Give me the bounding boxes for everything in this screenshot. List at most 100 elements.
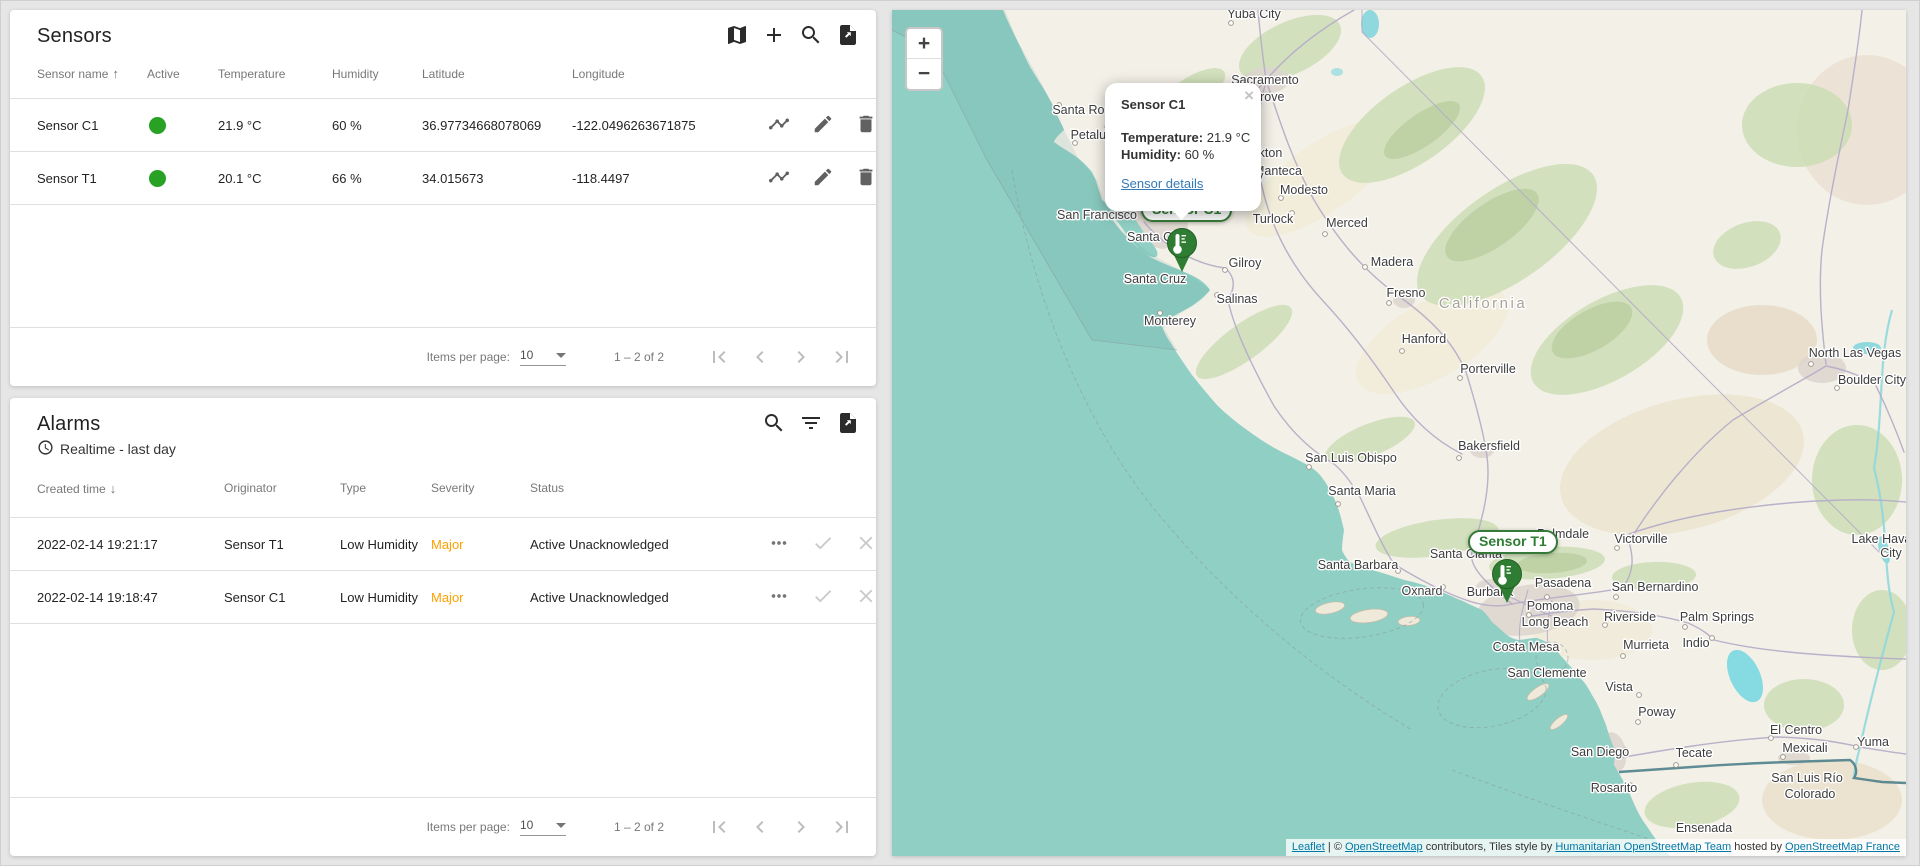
export-button[interactable]: [836, 412, 860, 436]
alarms-header: Alarms: [10, 398, 876, 437]
column-humidity[interactable]: Humidity: [332, 49, 422, 99]
timeseries-button[interactable]: [768, 166, 790, 191]
timewindow-control[interactable]: Realtime - last day: [10, 437, 876, 459]
chevron-right-icon: [789, 357, 813, 372]
marker-tooltip-sensor-t1[interactable]: Sensor T1: [1468, 530, 1558, 554]
city-label: San Bernardino: [1612, 580, 1699, 594]
sensor-details-link[interactable]: Sensor details: [1121, 176, 1203, 191]
column-status[interactable]: Status: [530, 459, 750, 518]
filter-button[interactable]: [799, 412, 823, 436]
active-status-dot: [149, 117, 166, 134]
city-label: Mexicali: [1782, 741, 1827, 755]
pencil-icon: [812, 123, 834, 138]
items-per-page-label: Items per page:: [427, 350, 510, 364]
column-active[interactable]: Active: [147, 49, 218, 99]
timewindow-label: Realtime - last day: [60, 441, 176, 457]
map-widget[interactable]: Yuba CitySacramentoElk GroveSanta RosaPe…: [892, 10, 1906, 856]
map-toggle-button[interactable]: [725, 24, 749, 48]
cell-severity: Major: [431, 571, 530, 624]
edit-button[interactable]: [812, 113, 834, 138]
delete-button[interactable]: [855, 113, 876, 138]
column-originator[interactable]: Originator: [224, 459, 340, 518]
cell-originator: Sensor C1: [224, 571, 340, 624]
city-dot: [1363, 265, 1368, 270]
timeseries-chart-icon: [768, 176, 790, 191]
column-latitude[interactable]: Latitude: [422, 49, 572, 99]
search-button[interactable]: [762, 412, 786, 436]
city-label: Yuba City: [1227, 10, 1281, 21]
previous-page-button: [748, 815, 772, 839]
clear-alarm-button: [855, 585, 876, 610]
add-entity-button[interactable]: [762, 24, 786, 48]
city-label: Poway: [1638, 705, 1676, 719]
map-popup: × Sensor C1 Temperature: 21.9 °C Humidit…: [1105, 83, 1261, 211]
page-size-select[interactable]: 10: [520, 818, 566, 836]
timeseries-chart-icon: [768, 123, 790, 138]
table-row[interactable]: Sensor C1 21.9 °C 60 % 36.97734668078069…: [10, 99, 876, 152]
popup-title: Sensor C1: [1121, 97, 1245, 112]
city-dot: [1674, 763, 1679, 768]
paginator-nav: [690, 815, 854, 839]
more-actions-button[interactable]: [768, 532, 790, 557]
export-button[interactable]: [836, 24, 860, 48]
column-longitude[interactable]: Longitude: [572, 49, 750, 99]
acknowledge-button: [812, 532, 834, 557]
alarms-paginator: Items per page: 10 1 – 2 of 2: [10, 797, 876, 856]
row-actions: [750, 152, 876, 205]
city-dot: [1615, 546, 1620, 551]
search-button[interactable]: [799, 24, 823, 48]
timeseries-button[interactable]: [768, 113, 790, 138]
hot-link[interactable]: Humanitarian OpenStreetMap Team: [1555, 841, 1731, 853]
zoom-in-button[interactable]: +: [907, 29, 941, 59]
clock-icon: [37, 439, 54, 459]
page-size-select[interactable]: 10: [520, 348, 566, 366]
city-label: Victorville: [1614, 532, 1667, 546]
trash-icon: [855, 123, 876, 138]
city-dot: [1323, 232, 1328, 237]
sort-desc-icon: ↓: [110, 481, 117, 496]
city-dot: [1229, 21, 1234, 26]
zoom-out-button[interactable]: −: [907, 59, 941, 89]
column-created-time[interactable]: Created time↓: [10, 459, 224, 518]
osm-link[interactable]: OpenStreetMap: [1345, 841, 1423, 853]
export-file-icon: [836, 23, 860, 50]
sensors-widget: Sensors Sensor name↑ Active Temperature …: [10, 10, 876, 386]
city-label: Murrieta: [1623, 638, 1669, 652]
city-label: San Luis Obispo: [1305, 451, 1397, 465]
edit-button[interactable]: [812, 166, 834, 191]
alarms-table-header-row: Created time↓ Originator Type Severity S…: [10, 459, 876, 518]
table-row[interactable]: Sensor T1 20.1 °C 66 % 34.015673 -118.44…: [10, 152, 876, 205]
cell-temperature: 20.1 °C: [218, 152, 332, 205]
popup-close-button[interactable]: ×: [1244, 88, 1254, 104]
osm-france-link[interactable]: OpenStreetMap France: [1785, 841, 1900, 853]
next-page-button: [789, 345, 813, 369]
map-canvas: Yuba CitySacramentoElk GroveSanta RosaPe…: [892, 10, 1906, 856]
alarms-widget: Alarms Realtime - last day Created time↓…: [10, 398, 876, 856]
cell-originator: Sensor T1: [224, 518, 340, 571]
city-label: Porterville: [1460, 362, 1516, 376]
dashboard-page: Sensors Sensor name↑ Active Temperature …: [0, 0, 1920, 866]
city-label: Pomona: [1527, 599, 1574, 613]
more-actions-button[interactable]: [768, 585, 790, 610]
city-dot: [1621, 654, 1626, 659]
map-zoom-control: + −: [905, 27, 943, 91]
table-row[interactable]: 2022-02-14 19:18:47 Sensor C1 Low Humidi…: [10, 571, 876, 624]
next-page-button: [789, 815, 813, 839]
city-dot: [1781, 755, 1786, 760]
alarms-table: Created time↓ Originator Type Severity S…: [10, 459, 876, 624]
sensors-toolbar: [725, 24, 860, 48]
city-label: Gilroy: [1229, 256, 1262, 270]
column-type[interactable]: Type: [340, 459, 431, 518]
column-temperature[interactable]: Temperature: [218, 49, 332, 99]
column-sensor-name[interactable]: Sensor name↑: [10, 49, 147, 99]
last-page-icon: [830, 827, 854, 842]
leaflet-link[interactable]: Leaflet: [1292, 841, 1325, 853]
cell-severity: Major: [431, 518, 530, 571]
column-severity[interactable]: Severity: [431, 459, 530, 518]
city-label: Yuma: [1857, 735, 1889, 749]
cell-created-time: 2022-02-14 19:18:47: [10, 571, 224, 624]
city-label: Santa Cruz: [1124, 272, 1187, 286]
table-row[interactable]: 2022-02-14 19:21:17 Sensor T1 Low Humidi…: [10, 518, 876, 571]
delete-button[interactable]: [855, 166, 876, 191]
city-label: San Diego: [1571, 745, 1629, 759]
